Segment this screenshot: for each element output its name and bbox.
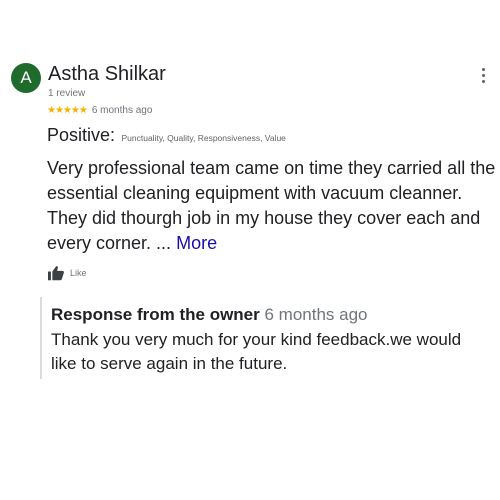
positive-tags: Punctuality, Quality, Responsiveness, Va… — [121, 133, 286, 143]
more-vert-icon[interactable] — [480, 68, 486, 86]
like-label: Like — [70, 268, 87, 278]
review-text: Very professional team came on time they… — [47, 156, 497, 256]
review-body: Very professional team came on time they… — [47, 158, 496, 253]
positive-label: Positive: — [47, 125, 116, 145]
owner-response-title: Response from the owner — [51, 305, 260, 324]
avatar[interactable]: A — [11, 63, 41, 93]
rating-row: ★★★★★ 6 months ago — [47, 104, 152, 118]
owner-response: Response from the owner 6 months ago Tha… — [40, 297, 497, 379]
review-date: 6 months ago — [91, 105, 153, 116]
highlights-row: Positive: Punctuality, Quality, Responsi… — [47, 124, 286, 149]
owner-response-date: 6 months ago — [264, 305, 368, 324]
thumbs-up-icon — [47, 265, 65, 281]
like-button[interactable]: Like — [47, 265, 87, 281]
owner-response-header: Response from the owner 6 months ago — [51, 304, 368, 326]
reviewer-name[interactable]: Astha Shilkar — [48, 62, 166, 86]
more-link[interactable]: More — [176, 233, 217, 253]
owner-response-text: Thank you very much for your kind feedba… — [51, 330, 462, 373]
star-rating-icon: ★★★★★ — [47, 105, 88, 116]
review-count: 1 review — [48, 88, 86, 99]
